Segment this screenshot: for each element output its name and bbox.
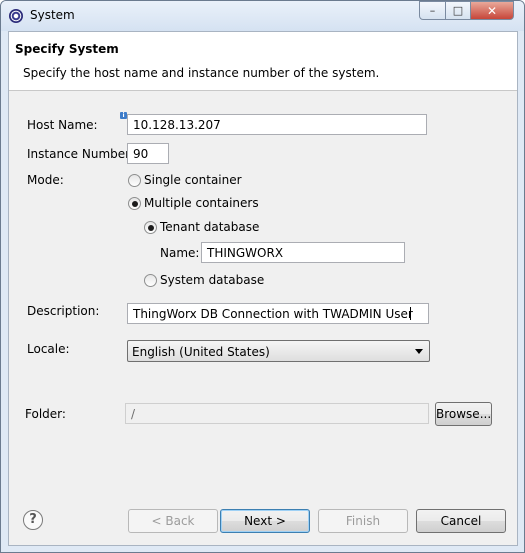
maximize-icon: □ [452, 4, 464, 17]
page-description: Specify the host name and instance numbe… [23, 66, 380, 80]
back-button: < Back [128, 509, 218, 533]
locale-selected-value: English (United States) [132, 345, 270, 359]
mode-label: Mode: [27, 173, 64, 187]
cancel-button[interactable]: Cancel [416, 509, 506, 533]
wizard-header: Specify System Specify the host name and… [9, 32, 517, 91]
instance-number-label: Instance Number: [27, 147, 134, 161]
multiple-containers-label[interactable]: Multiple containers [144, 196, 259, 210]
system-database-label[interactable]: System database [160, 273, 264, 287]
dialog-client-area: Specify System Specify the host name and… [8, 31, 518, 546]
info-icon: i [120, 112, 127, 119]
minimize-button[interactable]: – [419, 1, 446, 20]
host-name-input[interactable]: 10.128.13.207 [127, 114, 427, 135]
tenant-name-label: Name: [160, 246, 200, 260]
chevron-down-icon [415, 349, 423, 354]
title-bar[interactable]: System – □ ✕ [1, 1, 524, 31]
host-name-label: Host Name: [27, 118, 98, 132]
single-container-label[interactable]: Single container [144, 173, 242, 187]
folder-label: Folder: [25, 407, 66, 421]
close-icon: ✕ [486, 3, 498, 18]
tenant-database-radio[interactable] [144, 221, 157, 234]
page-title: Specify System [15, 42, 119, 56]
help-icon[interactable]: ? [23, 510, 43, 530]
instance-number-input[interactable]: 90 [127, 143, 169, 164]
minimize-icon: – [429, 4, 436, 17]
window-title: System [30, 8, 75, 22]
system-database-radio[interactable] [144, 274, 157, 287]
next-button[interactable]: Next > [220, 509, 310, 533]
dialog-window: System – □ ✕ Specify System Specify the … [0, 0, 525, 553]
finish-button: Finish [318, 509, 408, 533]
description-value: ThingWorx DB Connection with TWADMIN Use… [133, 307, 413, 321]
multiple-containers-radio[interactable] [128, 197, 141, 210]
tenant-name-input[interactable]: THINGWORX [201, 242, 405, 263]
text-caret [409, 307, 411, 320]
locale-label: Locale: [27, 342, 70, 356]
description-input[interactable]: ThingWorx DB Connection with TWADMIN Use… [127, 303, 429, 324]
locale-select[interactable]: English (United States) [127, 340, 430, 362]
single-container-radio[interactable] [128, 174, 141, 187]
eclipse-app-icon [9, 9, 23, 23]
maximize-button[interactable]: □ [445, 1, 471, 20]
browse-button[interactable]: Browse... [435, 402, 492, 426]
folder-input: / [125, 403, 429, 424]
close-button[interactable]: ✕ [470, 1, 514, 20]
description-label: Description: [27, 304, 100, 318]
tenant-database-label[interactable]: Tenant database [160, 220, 259, 234]
